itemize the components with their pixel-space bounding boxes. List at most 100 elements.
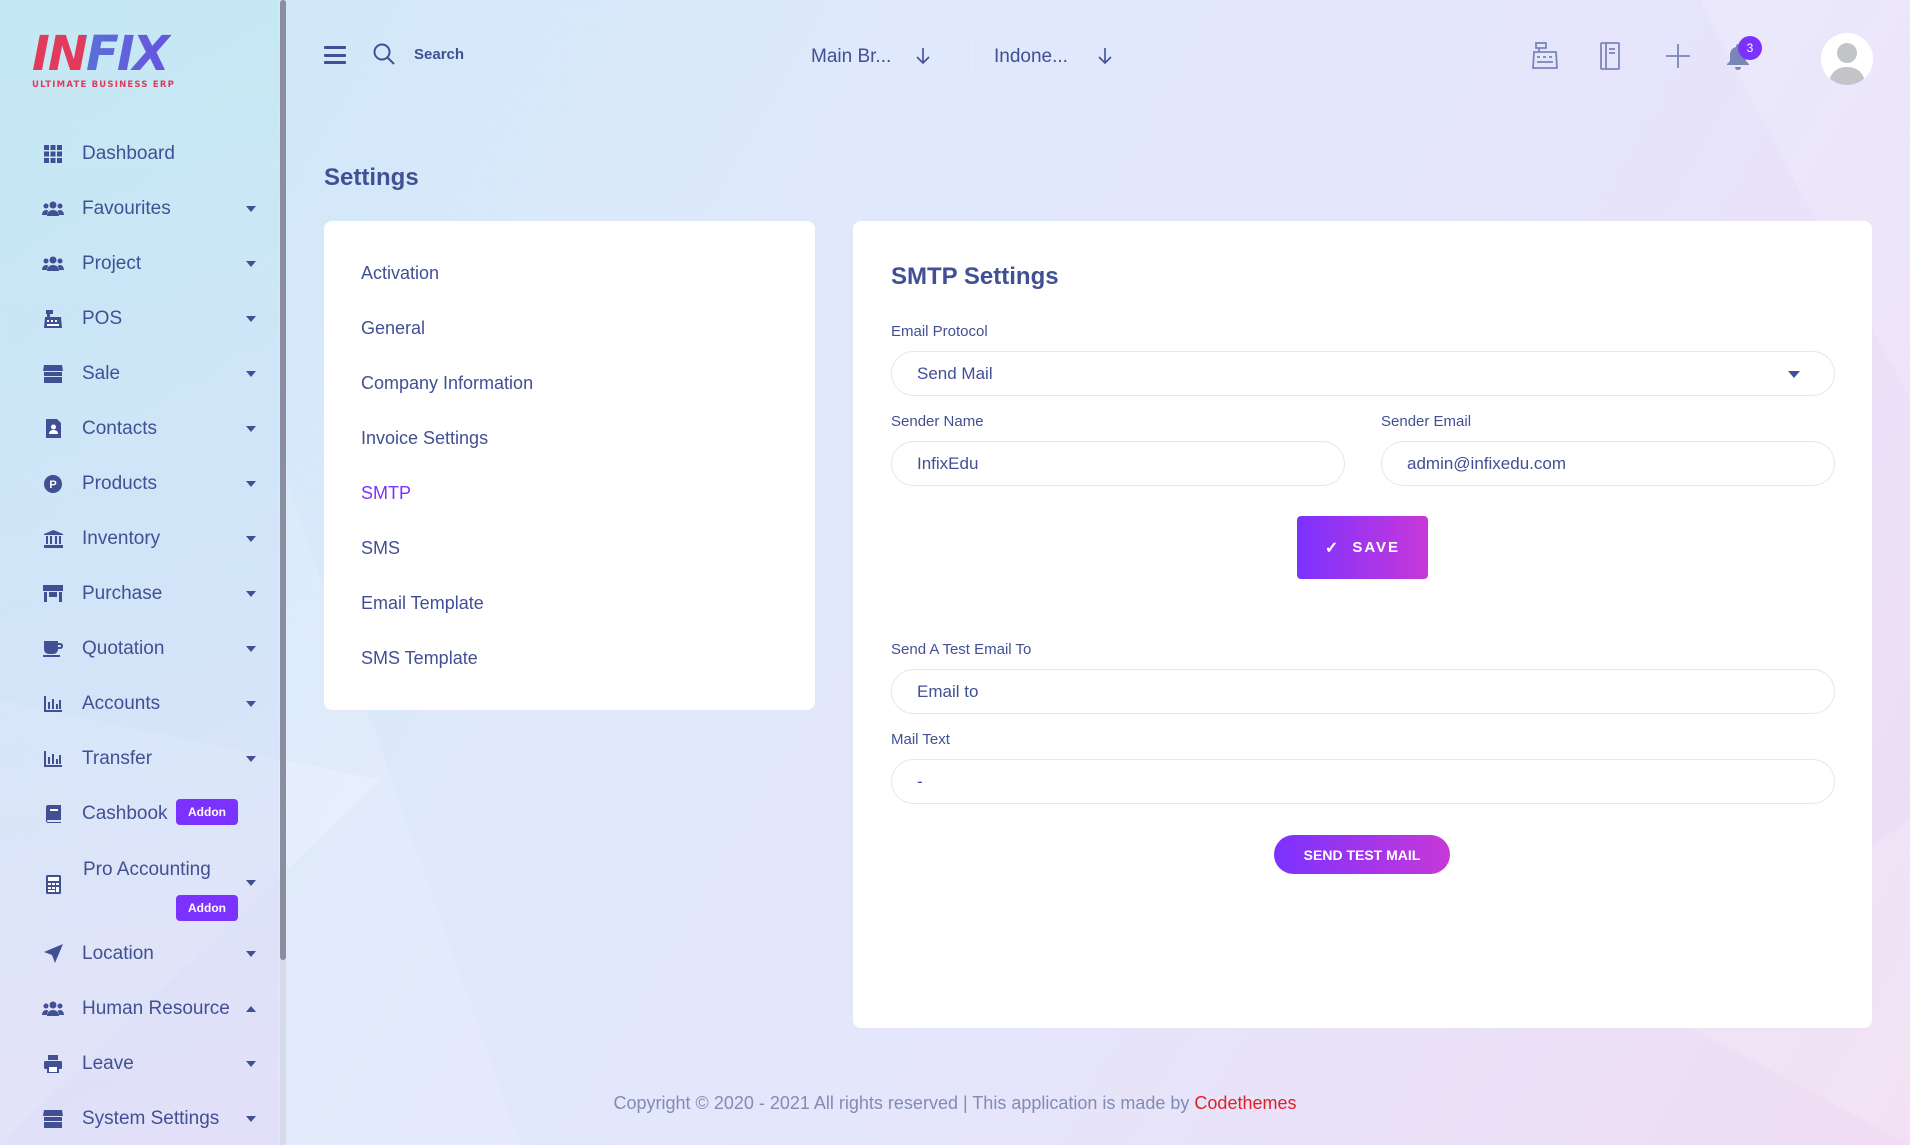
bar-chart-icon <box>42 748 64 770</box>
sidebar-item-label: Dashboard <box>82 142 175 164</box>
sidebar-item-products[interactable]: P Products <box>0 456 279 511</box>
sidebar-item-pos[interactable]: POS <box>0 291 279 346</box>
sidebar-item-location[interactable]: Location <box>0 926 279 981</box>
footer: Copyright © 2020 - 2021 All rights reser… <box>0 1093 1910 1114</box>
sidebar-item-label: Leave <box>82 1052 134 1074</box>
branch-select-value: Main Br... <box>811 46 892 67</box>
sidebar-item-cashbook[interactable]: Cashbook Addon <box>0 786 279 841</box>
sender-name-field[interactable]: InfixEdu <box>891 441 1345 486</box>
search-icon[interactable] <box>373 43 395 69</box>
test-email-label: Send A Test Email To <box>891 641 1032 658</box>
sender-email-field[interactable]: admin@infixedu.com <box>1381 441 1835 486</box>
settings-menu-sms-template[interactable]: SMS Template <box>361 648 478 669</box>
email-protocol-label: Email Protocol <box>891 323 988 340</box>
logo-tagline: ULTIMATE BUSINESS ERP <box>32 80 176 90</box>
check-icon: ✓ <box>1324 539 1339 557</box>
sender-email-label: Sender Email <box>1381 413 1472 430</box>
mail-text-label: Mail Text <box>891 731 950 748</box>
sidebar-item-project[interactable]: Project <box>0 236 279 291</box>
cash-register-icon[interactable] <box>1532 42 1558 74</box>
sidebar-nav: Dashboard Favourites Project POS Sale Co… <box>0 126 279 1145</box>
settings-menu-email-template[interactable]: Email Template <box>361 593 484 614</box>
sidebar-item-label: Cashbook <box>82 802 168 824</box>
test-email-field[interactable]: Email to <box>891 669 1835 714</box>
hamburger-icon[interactable] <box>324 46 346 64</box>
caret-down-icon <box>246 535 256 542</box>
branch-select[interactable]: Main Br... <box>811 44 961 70</box>
sidebar-item-quotation[interactable]: Quotation <box>0 621 279 676</box>
sidebar-item-sale[interactable]: Sale <box>0 346 279 401</box>
settings-menu-invoice-settings[interactable]: Invoice Settings <box>361 428 488 449</box>
sidebar-item-label: Pro Accounting <box>83 859 211 880</box>
language-select[interactable]: Indone... <box>994 44 1144 70</box>
footer-credit-link[interactable]: Codethemes <box>1194 1093 1296 1113</box>
sidebar-item-label: Contacts <box>82 417 157 439</box>
save-button-label: SAVE <box>1352 539 1401 556</box>
location-arrow-icon <box>42 943 64 965</box>
caret-up-icon <box>246 1005 256 1012</box>
sidebar-item-favourites[interactable]: Favourites <box>0 181 279 236</box>
caret-down-icon <box>246 425 256 432</box>
notebook-icon[interactable] <box>1599 42 1621 74</box>
settings-menu-card: Activation General Company Information I… <box>324 221 815 710</box>
smtp-settings-card: SMTP Settings Email Protocol Send Mail S… <box>853 221 1872 1028</box>
sidebar-item-label: POS <box>82 307 123 329</box>
search-input[interactable] <box>414 42 634 66</box>
printer-icon <box>42 1053 64 1075</box>
book-icon <box>42 803 64 825</box>
sidebar-item-pro-accounting[interactable]: Pro Accounting Addon <box>0 841 279 926</box>
bar-chart-icon <box>42 693 64 715</box>
scrollbar-thumb[interactable] <box>280 0 286 960</box>
sidebar-scrollbar[interactable] <box>280 0 286 1145</box>
sidebar-item-dashboard[interactable]: Dashboard <box>0 126 279 181</box>
grid-icon <box>42 143 64 165</box>
caret-down-icon <box>246 315 256 322</box>
save-button[interactable]: ✓ SAVE <box>1297 516 1428 579</box>
sidebar-item-label: Project <box>82 252 142 274</box>
top-header: Main Br... Indone... 3 <box>286 0 1910 115</box>
sidebar-item-inventory[interactable]: Inventory <box>0 511 279 566</box>
mail-text-value: - <box>917 771 923 791</box>
caret-down-icon <box>246 590 256 597</box>
sidebar-item-human-resource[interactable]: Human Resource <box>0 981 279 1036</box>
sidebar-item-label: Sale <box>82 362 121 384</box>
sidebar-item-contacts[interactable]: Contacts <box>0 401 279 456</box>
sidebar-item-label: Inventory <box>82 527 161 549</box>
plus-icon[interactable] <box>1666 44 1690 72</box>
product-p-icon: P <box>42 473 64 495</box>
sender-name-label: Sender Name <box>891 413 984 430</box>
sidebar-item-leave[interactable]: Leave <box>0 1036 279 1091</box>
email-protocol-select[interactable]: Send Mail <box>891 351 1835 396</box>
sidebar-item-label: Accounts <box>82 692 161 714</box>
contact-book-icon <box>42 418 64 440</box>
email-protocol-value: Send Mail <box>917 363 993 383</box>
store-icon <box>42 363 64 385</box>
settings-menu-activation[interactable]: Activation <box>361 263 439 284</box>
bank-icon <box>42 528 64 550</box>
caret-down-icon <box>246 1115 256 1122</box>
settings-menu-general[interactable]: General <box>361 318 425 339</box>
brand-logo[interactable]: INFIX ULTIMATE BUSINESS ERP <box>32 30 182 92</box>
mail-text-field[interactable]: - <box>891 759 1835 804</box>
caret-down-icon <box>246 1060 256 1067</box>
caret-down-icon <box>246 205 256 212</box>
sidebar-item-accounts[interactable]: Accounts <box>0 676 279 731</box>
settings-menu-company-information[interactable]: Company Information <box>361 373 533 394</box>
header-divider <box>968 36 969 76</box>
send-test-mail-button[interactable]: SEND TEST MAIL <box>1274 835 1450 874</box>
arrow-down-icon <box>916 48 930 70</box>
notification-badge: 3 <box>1738 36 1762 60</box>
sidebar-item-purchase[interactable]: Purchase <box>0 566 279 621</box>
caret-down-icon <box>246 645 256 652</box>
sidebar-item-label: Products <box>82 472 157 494</box>
avatar[interactable] <box>1821 33 1873 85</box>
test-email-placeholder: Email to <box>917 681 979 701</box>
addon-badge: Addon <box>176 895 238 921</box>
users-icon <box>42 998 64 1020</box>
caret-down-icon <box>246 260 256 267</box>
sidebar-item-transfer[interactable]: Transfer <box>0 731 279 786</box>
settings-menu-sms[interactable]: SMS <box>361 538 400 559</box>
svg-text:P: P <box>49 479 56 491</box>
settings-menu-smtp[interactable]: SMTP <box>361 483 411 504</box>
sidebar: INFIX ULTIMATE BUSINESS ERP Dashboard Fa… <box>0 0 279 1145</box>
